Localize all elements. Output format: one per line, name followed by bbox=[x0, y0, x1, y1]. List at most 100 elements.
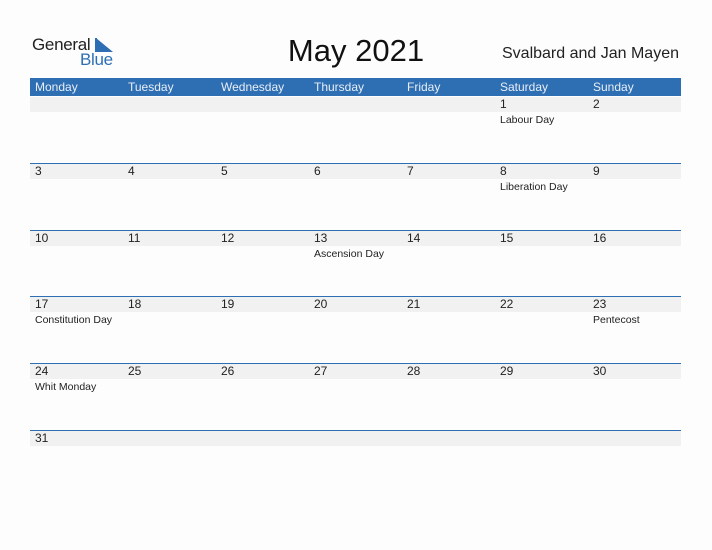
weekday-header: Monday Tuesday Wednesday Thursday Friday… bbox=[30, 78, 681, 96]
day-cell: 17 Constitution Day bbox=[30, 297, 123, 357]
day-number: 18 bbox=[128, 297, 142, 311]
day-number bbox=[314, 97, 402, 112]
day-cell: 5 bbox=[216, 164, 309, 224]
week-row: 3 4 5 6 7 8 Liberation Day 9 bbox=[30, 163, 681, 229]
day-number: 4 bbox=[128, 164, 135, 178]
day-cell: 29 bbox=[495, 364, 588, 424]
day-cell: 26 bbox=[216, 364, 309, 424]
day-number: 28 bbox=[407, 364, 421, 378]
day-number: 22 bbox=[500, 297, 514, 311]
week-row: 1 Labour Day 2 bbox=[30, 97, 681, 163]
day-cell bbox=[30, 97, 123, 157]
day-cell: 12 bbox=[216, 231, 309, 291]
day-number: 16 bbox=[593, 231, 607, 245]
week-row: 17 Constitution Day 18 19 20 21 22 23 Pentecost bbox=[30, 296, 681, 362]
day-cell: 19 bbox=[216, 297, 309, 357]
day-number bbox=[221, 431, 309, 446]
holiday-label: Ascension Day bbox=[314, 248, 385, 260]
country-name: Svalbard and Jan Mayen bbox=[502, 45, 679, 62]
week-row: 10 11 12 13 Ascension Day 14 15 16 bbox=[30, 230, 681, 296]
day-cell: 15 bbox=[495, 231, 588, 291]
day-cell: 9 bbox=[588, 164, 681, 224]
day-number bbox=[407, 431, 495, 446]
day-number bbox=[500, 431, 588, 446]
day-cell: 8 Liberation Day bbox=[495, 164, 588, 224]
weekday-thursday: Thursday bbox=[314, 80, 365, 94]
day-number bbox=[35, 97, 123, 112]
day-cell: 18 bbox=[123, 297, 216, 357]
day-number bbox=[407, 97, 495, 112]
day-number: 17 bbox=[35, 297, 49, 311]
holiday-label: Constitution Day bbox=[35, 314, 113, 326]
holiday-label: Pentecost bbox=[593, 314, 640, 326]
day-cell: 10 bbox=[30, 231, 123, 291]
day-cell bbox=[309, 97, 402, 157]
day-number: 19 bbox=[221, 297, 235, 311]
day-cell: 7 bbox=[402, 164, 495, 224]
day-number: 11 bbox=[128, 231, 141, 245]
weekday-friday: Friday bbox=[407, 80, 441, 94]
day-number: 31 bbox=[35, 431, 49, 445]
day-cell: 13 Ascension Day bbox=[309, 231, 402, 291]
day-cell bbox=[123, 431, 216, 491]
day-number bbox=[128, 431, 216, 446]
day-number: 10 bbox=[35, 231, 49, 245]
week-row: 24 Whit Monday 25 26 27 28 29 30 bbox=[30, 363, 681, 429]
day-number: 14 bbox=[407, 231, 421, 245]
day-number bbox=[593, 431, 681, 446]
day-number: 20 bbox=[314, 297, 328, 311]
day-number: 5 bbox=[221, 164, 228, 178]
day-cell: 27 bbox=[309, 364, 402, 424]
day-number: 12 bbox=[221, 231, 235, 245]
day-number: 24 bbox=[35, 364, 49, 378]
day-number: 25 bbox=[128, 364, 142, 378]
day-cell: 30 bbox=[588, 364, 681, 424]
holiday-label: Whit Monday bbox=[35, 381, 97, 393]
day-cell: 4 bbox=[123, 164, 216, 224]
day-cell: 11 bbox=[123, 231, 216, 291]
day-number: 3 bbox=[35, 164, 42, 178]
day-cell: 31 bbox=[30, 431, 123, 491]
day-cell: 1 Labour Day bbox=[495, 97, 588, 157]
day-cell: 28 bbox=[402, 364, 495, 424]
day-cell: 3 bbox=[30, 164, 123, 224]
day-cell bbox=[123, 97, 216, 157]
day-number: 26 bbox=[221, 364, 235, 378]
day-number: 6 bbox=[314, 164, 321, 178]
day-number: 2 bbox=[593, 97, 600, 111]
day-cell bbox=[402, 97, 495, 157]
weekday-monday: Monday bbox=[35, 80, 78, 94]
day-cell: 22 bbox=[495, 297, 588, 357]
day-cell bbox=[495, 431, 588, 491]
day-cell: 14 bbox=[402, 231, 495, 291]
day-number: 7 bbox=[407, 164, 414, 178]
weekday-sunday: Sunday bbox=[593, 80, 634, 94]
day-number: 30 bbox=[593, 364, 607, 378]
weekday-saturday: Saturday bbox=[500, 80, 549, 94]
holiday-label: Liberation Day bbox=[500, 181, 568, 193]
day-number bbox=[221, 97, 309, 112]
day-cell: 6 bbox=[309, 164, 402, 224]
day-cell: 21 bbox=[402, 297, 495, 357]
day-number: 29 bbox=[500, 364, 514, 378]
day-number: 21 bbox=[407, 297, 421, 311]
weekday-wednesday: Wednesday bbox=[221, 80, 285, 94]
day-number: 13 bbox=[314, 231, 328, 245]
week-row: 31 bbox=[30, 430, 681, 496]
day-number: 27 bbox=[314, 364, 328, 378]
weekday-tuesday: Tuesday bbox=[128, 80, 174, 94]
day-number bbox=[314, 431, 402, 446]
holiday-label: Labour Day bbox=[500, 114, 555, 126]
day-number bbox=[128, 97, 216, 112]
day-cell bbox=[216, 431, 309, 491]
day-number: 8 bbox=[500, 164, 507, 178]
day-cell bbox=[588, 431, 681, 491]
day-cell: 20 bbox=[309, 297, 402, 357]
day-cell: 23 Pentecost bbox=[588, 297, 681, 357]
day-cell: 2 bbox=[588, 97, 681, 157]
day-number: 1 bbox=[500, 97, 507, 111]
day-number: 9 bbox=[593, 164, 600, 178]
day-cell bbox=[402, 431, 495, 491]
day-cell: 24 Whit Monday bbox=[30, 364, 123, 424]
day-cell: 16 bbox=[588, 231, 681, 291]
